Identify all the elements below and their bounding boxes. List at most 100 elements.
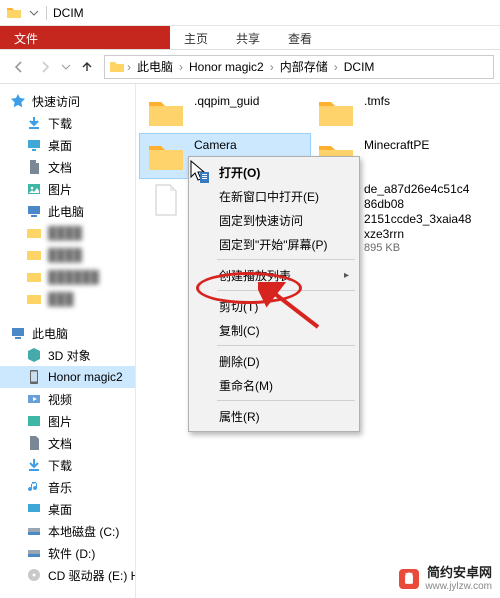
sidebar-cd1[interactable]: CD 驱动器 (E:) HiSu: [0, 564, 135, 586]
chevron-icon[interactable]: ›: [125, 60, 133, 74]
star-icon: [10, 93, 26, 109]
sidebar-pictures[interactable]: 图片: [0, 178, 135, 200]
file-item[interactable]: .tmfs: [310, 90, 480, 134]
folder-icon: [146, 138, 186, 174]
sidebar-downloads2[interactable]: 下载: [0, 454, 135, 476]
chevron-icon[interactable]: ›: [177, 60, 185, 74]
sidebar-label: 桌面: [48, 137, 72, 154]
file-name: MinecraftPE: [364, 138, 474, 153]
file-name: .qqpim_guid: [194, 94, 304, 109]
ctx-copy[interactable]: 复制(C): [191, 318, 357, 342]
folder-small-icon: [6, 5, 22, 21]
sidebar-label: Honor magic2: [48, 370, 123, 384]
dropdown-icon[interactable]: [28, 7, 40, 19]
sidebar-desktop2[interactable]: 桌面: [0, 498, 135, 520]
sidebar-documents2[interactable]: 文档: [0, 432, 135, 454]
document-icon: [26, 435, 42, 451]
ctx-pin-quick[interactable]: 固定到快速访问: [191, 208, 357, 232]
tab-share[interactable]: 共享: [222, 26, 274, 49]
nav-recent[interactable]: [58, 55, 74, 79]
tab-view[interactable]: 查看: [274, 26, 326, 49]
download-icon: [26, 115, 42, 131]
pc-icon: [26, 203, 42, 219]
sidebar-blurred[interactable]: ███: [0, 288, 135, 310]
video-icon: [26, 391, 42, 407]
sidebar-label: 音乐: [48, 479, 72, 496]
sidebar-label: 下载: [48, 457, 72, 474]
desktop-icon: [26, 501, 42, 517]
file-name: Camera: [194, 138, 304, 153]
nav-forward[interactable]: [32, 55, 58, 79]
folder-icon: [146, 94, 186, 130]
sidebar-label: 图片: [48, 181, 72, 198]
chevron-icon[interactable]: ›: [268, 60, 276, 74]
window-title: DCIM: [53, 6, 84, 20]
sidebar-music[interactable]: 音乐: [0, 476, 135, 498]
sidebar-label: CD 驱动器 (E:) HiSu: [48, 567, 136, 584]
ctx-open-new-window[interactable]: 在新窗口中打开(E): [191, 184, 357, 208]
disc-icon: [26, 567, 42, 583]
nav-up[interactable]: [74, 55, 100, 79]
address-box[interactable]: › 此电脑 › Honor magic2 › 内部存储 › DCIM: [104, 55, 494, 79]
drive-icon: [26, 545, 42, 561]
sidebar-label: 快速访问: [32, 93, 80, 110]
sidebar-cdrive[interactable]: 本地磁盘 (C:): [0, 520, 135, 542]
ctx-cut[interactable]: 剪切(T): [191, 294, 357, 318]
sidebar-label: 软件 (D:): [48, 545, 95, 562]
crumb-pc[interactable]: 此电脑: [133, 58, 177, 75]
nav-back[interactable]: [6, 55, 32, 79]
watermark: 简约安卓网 www.jylzw.com: [399, 566, 492, 592]
crumb-storage[interactable]: 内部存储: [276, 58, 332, 75]
folder-icon: [109, 59, 125, 75]
pc-icon: [10, 325, 26, 341]
crumb-folder[interactable]: DCIM: [340, 60, 379, 74]
sidebar: 快速访问 下载 桌面 文档 图片 此电脑 ████ ████ ██████ ██…: [0, 84, 136, 598]
sidebar-label: 下载: [48, 115, 72, 132]
sidebar-desktop[interactable]: 桌面: [0, 134, 135, 156]
sidebar-3dobjects[interactable]: 3D 对象: [0, 344, 135, 366]
ctx-separator: [217, 400, 355, 401]
cube-icon: [26, 347, 42, 363]
sidebar-documents[interactable]: 文档: [0, 156, 135, 178]
sidebar-blurred[interactable]: ████: [0, 244, 135, 266]
file-name: 2151ccde3_3xaia48xze3rrn: [364, 212, 474, 242]
sidebar-pictures2[interactable]: 图片: [0, 410, 135, 432]
ctx-playlist[interactable]: 创建播放列表: [191, 263, 357, 287]
picture-icon: [26, 181, 42, 197]
sidebar-blurred[interactable]: ████: [0, 222, 135, 244]
sidebar-thispc[interactable]: 此电脑: [0, 322, 135, 344]
sidebar-downloads[interactable]: 下载: [0, 112, 135, 134]
sidebar-thispc-quick[interactable]: 此电脑: [0, 200, 135, 222]
sidebar-ddrive[interactable]: 软件 (D:): [0, 542, 135, 564]
ctx-delete[interactable]: 删除(D): [191, 349, 357, 373]
drive-icon: [26, 523, 42, 539]
sidebar-label: 图片: [48, 413, 72, 430]
sidebar-quick-access[interactable]: 快速访问: [0, 90, 135, 112]
folder-icon: [26, 291, 42, 307]
ctx-open[interactable]: 打开(O): [191, 160, 357, 184]
tab-file[interactable]: 文件: [0, 26, 170, 49]
desktop-icon: [26, 137, 42, 153]
file-name: de_a87d26e4c51c486db08: [364, 182, 474, 212]
separator: [46, 6, 47, 20]
file-icon: [146, 182, 186, 218]
sidebar-label: 此电脑: [32, 325, 68, 342]
tab-home[interactable]: 主页: [170, 26, 222, 49]
android-icon: [399, 569, 419, 589]
watermark-title: 简约安卓网: [425, 566, 492, 581]
sidebar-videos[interactable]: 视频: [0, 388, 135, 410]
sidebar-label: 视频: [48, 391, 72, 408]
sidebar-honor-device[interactable]: Honor magic2: [0, 366, 135, 388]
phone-icon: [26, 369, 42, 385]
sidebar-blurred[interactable]: ██████: [0, 266, 135, 288]
folder-icon: [316, 94, 356, 130]
picture-icon: [26, 413, 42, 429]
chevron-icon[interactable]: ›: [332, 60, 340, 74]
file-item[interactable]: .qqpim_guid: [140, 90, 310, 134]
ctx-rename[interactable]: 重命名(M): [191, 373, 357, 397]
crumb-device[interactable]: Honor magic2: [185, 60, 268, 74]
ctx-pin-start[interactable]: 固定到"开始"屏幕(P): [191, 232, 357, 256]
ctx-properties[interactable]: 属性(R): [191, 404, 357, 428]
sidebar-label: 3D 对象: [48, 347, 91, 364]
folder-icon: [26, 247, 42, 263]
